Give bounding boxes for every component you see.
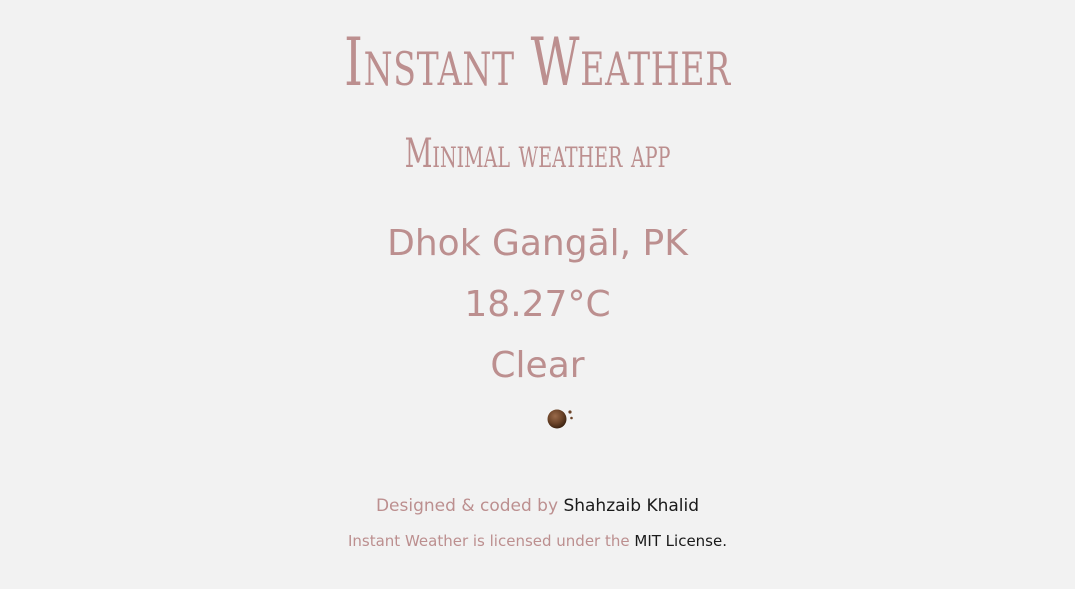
credit-line: Designed & coded by Shahzaib Khalid	[0, 494, 1075, 518]
location-name: Dhok Gangāl, PK	[387, 223, 688, 264]
credit-prefix: Designed & coded by	[375, 496, 564, 516]
license-suffix: .	[722, 532, 728, 550]
app-subtitle: Minimal weather app	[404, 131, 671, 177]
clear-night-moon-icon	[547, 409, 573, 429]
license-link[interactable]: MIT License	[634, 532, 722, 550]
temperature-value: 18.27°C	[464, 284, 611, 325]
license-prefix: Instant Weather is licensed under the	[347, 532, 635, 550]
author-link[interactable]: Shahzaib Khalid	[563, 496, 699, 516]
weather-condition: Clear	[490, 345, 585, 386]
weather-app-page: Instant Weather Minimal weather app Dhok…	[0, 0, 1075, 589]
license-line: Instant Weather is licensed under the MI…	[0, 529, 1075, 553]
app-title: Instant Weather	[344, 24, 731, 101]
